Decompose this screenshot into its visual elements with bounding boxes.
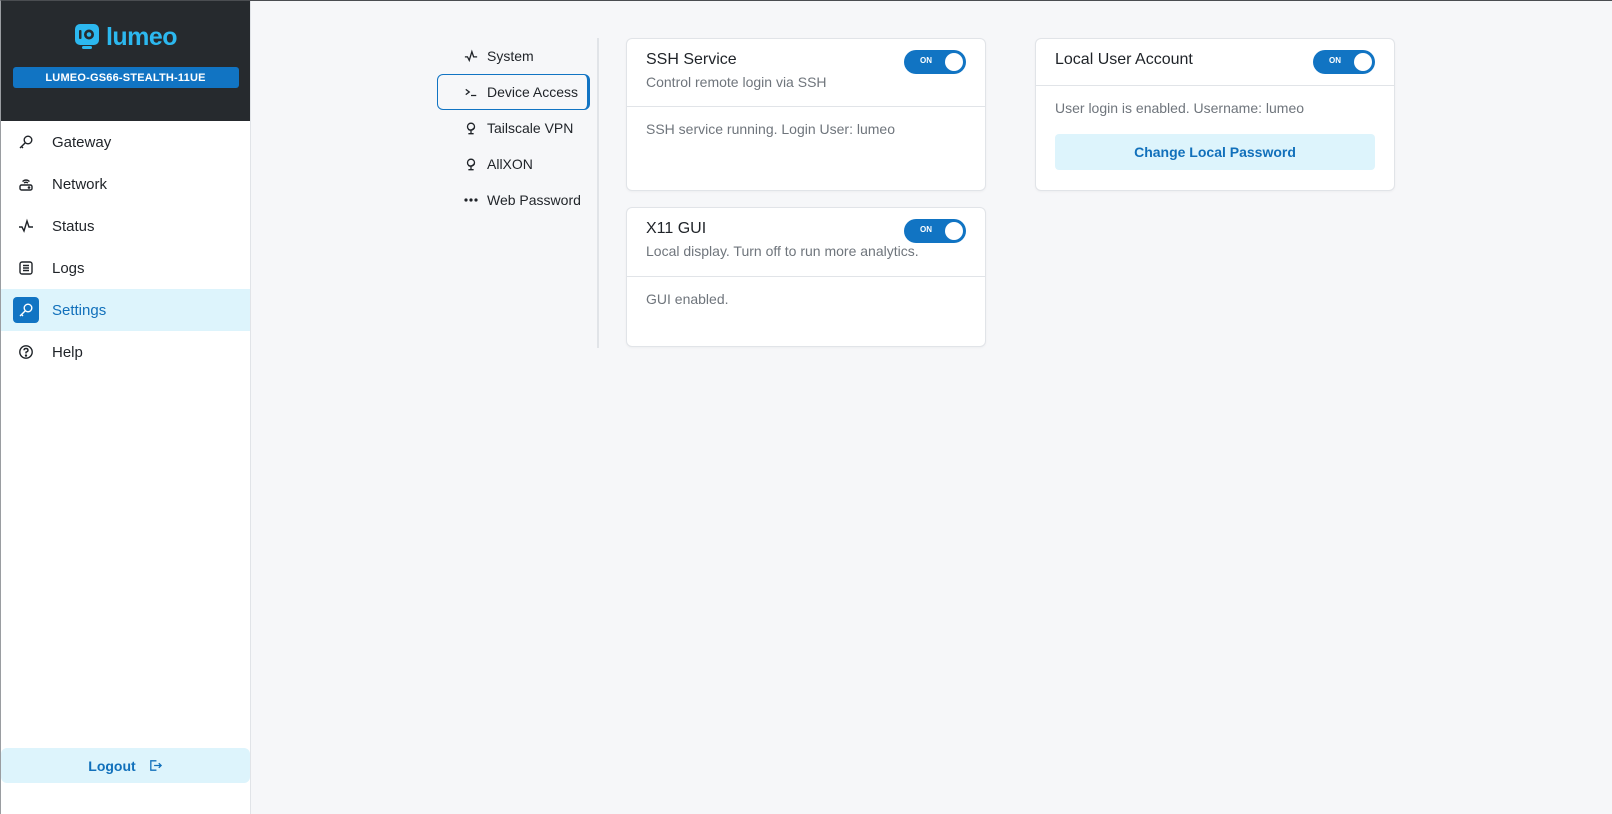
toggle-label: ON	[1329, 56, 1341, 65]
logout-button[interactable]: Logout	[1, 748, 250, 783]
settings-nav-web-password[interactable]: Web Password	[449, 182, 597, 218]
pulse-icon	[463, 49, 479, 63]
settings-nav-system[interactable]: System	[449, 38, 597, 74]
sidebar-item-label: Network	[52, 175, 108, 193]
list-icon	[13, 255, 39, 281]
camera-logo-icon	[74, 24, 99, 49]
card-subtitle: Local display. Turn off to run more anal…	[646, 243, 919, 259]
toggle-knob	[945, 222, 963, 240]
key-icon	[13, 129, 39, 155]
pulse-icon	[13, 213, 39, 239]
x11-toggle[interactable]: ON	[904, 219, 966, 243]
settings-nav-label: Device Access	[487, 84, 579, 100]
dots-icon	[463, 197, 479, 203]
sidebar-item-label: Settings	[52, 301, 107, 319]
device-name-badge: LUMEO-GS66-STEALTH-11UE	[12, 67, 239, 88]
sidebar: lumeo LUMEO-GS66-STEALTH-11UE Gateway Ne…	[1, 1, 251, 814]
local-user-toggle[interactable]: ON	[1313, 50, 1375, 74]
logout-label: Logout	[88, 757, 136, 774]
sidebar-item-settings[interactable]: Settings	[1, 289, 250, 331]
sidebar-item-label: Help	[52, 343, 83, 361]
sidebar-item-logs[interactable]: Logs	[1, 247, 250, 289]
settings-nav-tailscale-vpn[interactable]: Tailscale VPN	[449, 110, 597, 146]
toggle-label: ON	[920, 225, 932, 234]
sidebar-item-gateway[interactable]: Gateway	[1, 121, 250, 163]
settings-nav-label: System	[487, 48, 534, 64]
local-user-account-card: Local User Account ON User login is enab…	[1035, 38, 1395, 191]
terminal-icon	[463, 85, 479, 99]
router-icon	[13, 171, 39, 197]
help-icon	[13, 339, 39, 365]
ssh-service-card: SSH Service Control remote login via SSH…	[626, 38, 986, 191]
settings-nav: System Device Access Tailscale VPN AllXO…	[437, 38, 599, 348]
logout-icon	[149, 760, 162, 771]
globe-icon	[463, 157, 479, 171]
sidebar-item-help[interactable]: Help	[1, 331, 250, 373]
toggle-knob	[1354, 53, 1372, 71]
settings-nav-device-access[interactable]: Device Access	[437, 74, 590, 110]
globe-icon	[463, 121, 479, 135]
settings-nav-label: AllXON	[487, 156, 533, 172]
logo-text: lumeo	[105, 22, 178, 51]
sidebar-item-label: Gateway	[52, 133, 112, 151]
ssh-status: SSH service running. Login User: lumeo	[627, 106, 985, 151]
main-nav: Gateway Network Status Logs Settings Hel…	[1, 121, 250, 373]
x11-gui-card: X11 GUI Local display. Turn off to run m…	[626, 207, 986, 347]
brand-header: lumeo LUMEO-GS66-STEALTH-11UE	[1, 1, 250, 121]
change-local-password-button[interactable]: Change Local Password	[1055, 134, 1375, 170]
sidebar-item-label: Status	[52, 217, 95, 235]
settings-nav-label: Web Password	[487, 192, 581, 208]
x11-status: GUI enabled.	[627, 276, 985, 321]
sidebar-item-status[interactable]: Status	[1, 205, 250, 247]
local-user-status: User login is enabled. Username: lumeo	[1055, 100, 1305, 116]
key-icon	[13, 297, 39, 323]
ssh-toggle[interactable]: ON	[904, 50, 966, 74]
card-subtitle: Control remote login via SSH	[646, 74, 827, 90]
toggle-knob	[945, 53, 963, 71]
toggle-label: ON	[920, 56, 932, 65]
lumeo-logo[interactable]: lumeo	[74, 22, 178, 52]
sidebar-item-label: Logs	[52, 259, 85, 277]
sidebar-item-network[interactable]: Network	[1, 163, 250, 205]
settings-nav-label: Tailscale VPN	[487, 120, 574, 136]
settings-nav-allxon[interactable]: AllXON	[449, 146, 597, 182]
